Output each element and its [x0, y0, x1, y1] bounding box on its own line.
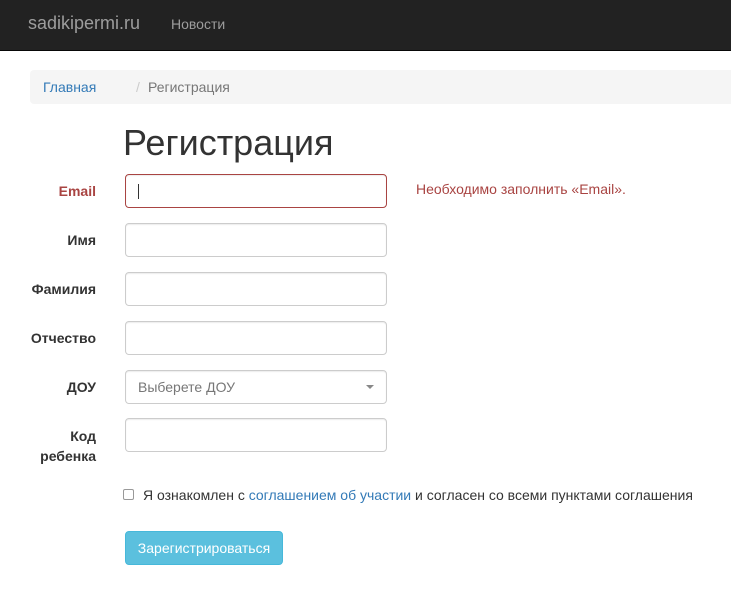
- first-name-label: Имя: [67, 232, 96, 248]
- last-name-input[interactable]: [125, 272, 387, 306]
- text-cursor: [138, 184, 139, 199]
- dou-label: ДОУ: [66, 379, 96, 395]
- child-code-label-line2: ребенка: [40, 448, 96, 464]
- email-error-message: Необходимо заполнить «Email».: [416, 181, 626, 197]
- first-name-input[interactable]: [125, 223, 387, 257]
- patronymic-label: Отчество: [30, 330, 96, 346]
- nav-link-news[interactable]: Новости: [171, 16, 225, 32]
- agreement-text: Я ознакомлен с соглашением об участии и …: [143, 487, 693, 503]
- agreement-text-before: Я ознакомлен с: [143, 487, 249, 503]
- child-code-label-line1: Код: [70, 428, 96, 444]
- top-navbar: sadikipermi.ru Новости: [0, 0, 731, 51]
- email-input[interactable]: [125, 174, 387, 208]
- page-title: Регистрация: [123, 122, 334, 163]
- dou-select[interactable]: Выберете ДОУ: [125, 370, 387, 404]
- breadcrumb-home-link[interactable]: Главная: [43, 79, 96, 95]
- chevron-down-icon: [366, 385, 374, 389]
- agreement-text-after: и согласен со всеми пунктами соглашения: [411, 487, 693, 503]
- register-button[interactable]: Зарегистрироваться: [125, 531, 283, 565]
- email-label: Email: [58, 183, 96, 199]
- child-code-input[interactable]: [125, 418, 387, 452]
- agreement-checkbox[interactable]: [123, 489, 134, 500]
- dou-select-placeholder: Выберете ДОУ: [138, 379, 236, 395]
- breadcrumb-current: Регистрация: [148, 79, 230, 95]
- site-brand-link[interactable]: sadikipermi.ru: [28, 13, 140, 34]
- breadcrumb-separator: /: [136, 79, 140, 95]
- patronymic-input[interactable]: [125, 321, 387, 355]
- agreement-link[interactable]: соглашением об участии: [249, 487, 411, 503]
- last-name-label: Фамилия: [31, 281, 96, 297]
- breadcrumb: Главная / Регистрация: [30, 70, 731, 104]
